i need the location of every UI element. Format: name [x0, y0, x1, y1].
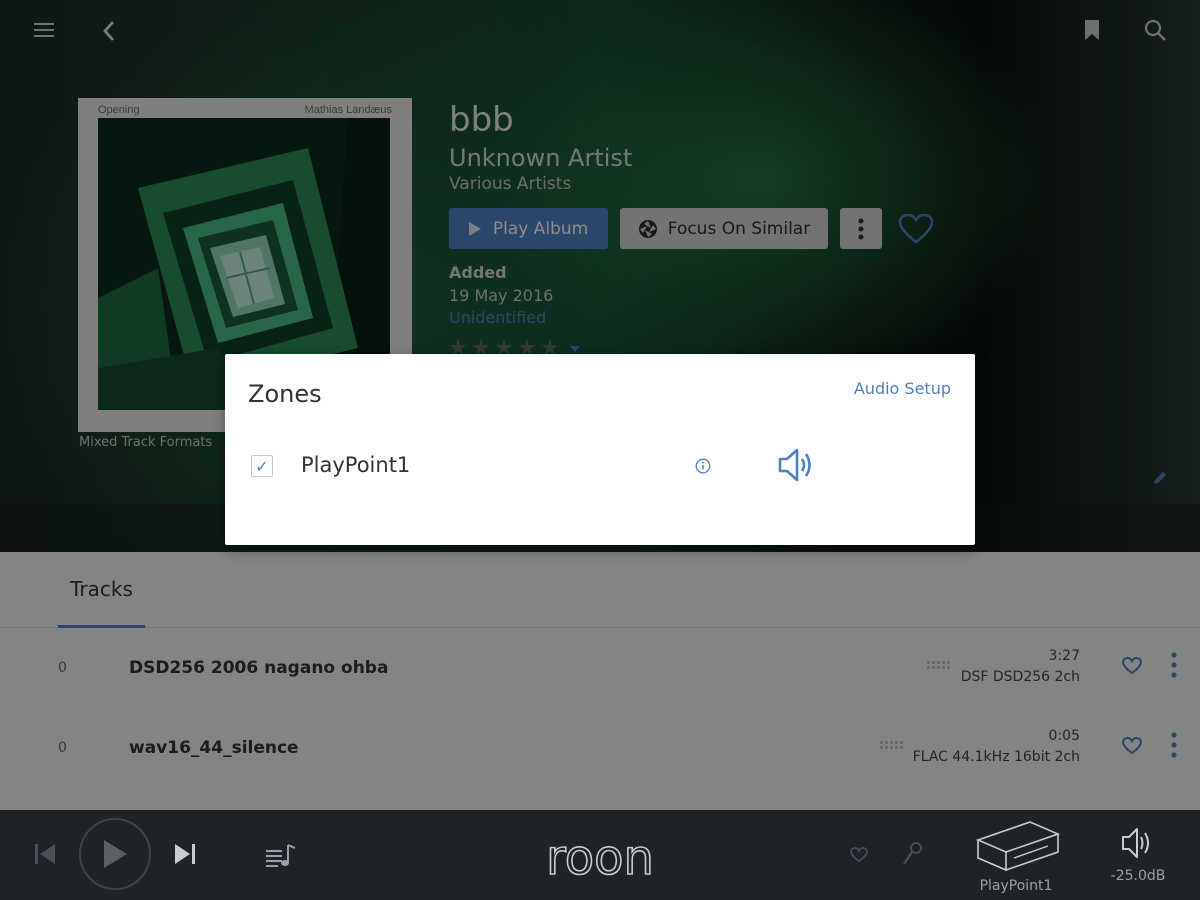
skip-previous-icon[interactable]: [30, 838, 60, 870]
heart-icon[interactable]: [848, 845, 870, 865]
zone-checkbox[interactable]: ✓: [251, 455, 273, 477]
zones-dialog: Zones Audio Setup ✓ PlayPoint1: [225, 354, 975, 545]
audio-setup-link[interactable]: Audio Setup: [854, 379, 951, 398]
roon-logo-text: roon: [546, 834, 654, 884]
info-icon[interactable]: [695, 458, 711, 474]
dialog-title: Zones: [248, 380, 322, 408]
microphone-icon[interactable]: [900, 842, 924, 868]
play-button[interactable]: [79, 818, 151, 890]
roon-logo: roon: [545, 834, 654, 884]
zone-name[interactable]: PlayPoint1: [301, 453, 410, 477]
speaker-icon: [1122, 828, 1149, 858]
zone-device-label: PlayPoint1: [979, 878, 1053, 894]
speaker-icon[interactable]: [777, 447, 815, 483]
skip-next-icon[interactable]: [170, 838, 200, 870]
player-bar: roon PlayPoint1 -25.0dB: [0, 810, 1200, 900]
volume-level: -25.0dB: [1110, 868, 1166, 884]
play-icon: [104, 840, 127, 868]
device-icon: [975, 821, 1061, 872]
zone-device-button[interactable]: PlayPoint1: [970, 818, 1062, 896]
queue-icon[interactable]: [262, 840, 300, 870]
volume-button[interactable]: -25.0dB: [1110, 824, 1166, 894]
